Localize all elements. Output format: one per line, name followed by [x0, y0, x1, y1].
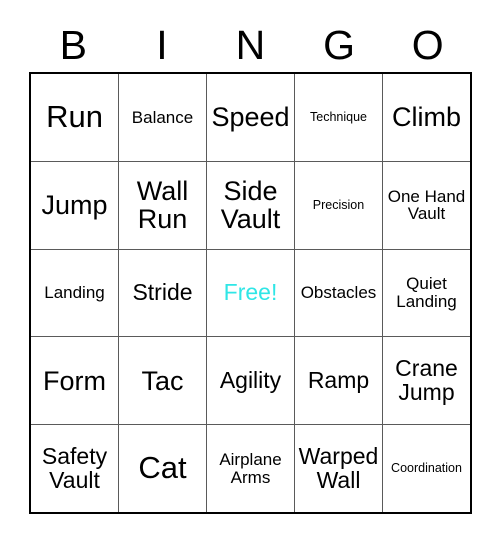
bingo-cell[interactable]: Form [31, 337, 119, 425]
bingo-header-row: B I N G O [29, 18, 472, 72]
header-letter-n: N [235, 21, 266, 68]
bingo-cell[interactable]: Stride [119, 249, 207, 337]
bingo-cell[interactable]: Side Vault [207, 161, 295, 249]
bingo-cell[interactable]: Landing [31, 249, 119, 337]
bingo-cell[interactable]: Cat [119, 425, 207, 512]
bingo-row: Safety Vault Cat Airplane Arms Warped Wa… [31, 425, 470, 512]
bingo-free-cell[interactable]: Free! [207, 249, 295, 337]
header-letter-b: B [59, 21, 87, 68]
bingo-cell[interactable]: Warped Wall [295, 425, 383, 512]
bingo-cell[interactable]: Balance [119, 74, 207, 161]
bingo-cell[interactable]: Airplane Arms [207, 425, 295, 512]
bingo-cell[interactable]: Wall Run [119, 161, 207, 249]
bingo-cell[interactable]: Climb [383, 74, 470, 161]
bingo-cell[interactable]: Safety Vault [31, 425, 119, 512]
bingo-row: Run Balance Speed Technique Climb [31, 74, 470, 162]
bingo-cell[interactable]: Precision [295, 161, 383, 249]
bingo-cell[interactable]: Jump [31, 161, 119, 249]
bingo-cell[interactable]: Technique [295, 74, 383, 161]
bingo-cell[interactable]: Crane Jump [383, 337, 470, 424]
bingo-cell[interactable]: Quiet Landing [383, 250, 470, 337]
bingo-cell[interactable]: Speed [207, 74, 295, 161]
bingo-row: Form Tac Agility Ramp Crane Jump [31, 337, 470, 426]
bingo-row: Landing Stride Free! Obstacles Quiet Lan… [31, 249, 470, 338]
header-letter-i: I [156, 21, 168, 68]
bingo-cell[interactable]: Coordination [383, 425, 470, 512]
bingo-card: B I N G O Run Balance Speed Technique Cl… [0, 0, 500, 544]
bingo-cell[interactable]: One Hand Vault [383, 162, 470, 249]
bingo-cell[interactable]: Tac [119, 337, 207, 425]
bingo-row: Jump Wall Run Side Vault Precision One H… [31, 161, 470, 250]
header-letter-g: G [323, 21, 356, 68]
bingo-cell[interactable]: Obstacles [295, 249, 383, 337]
bingo-cell[interactable]: Agility [207, 337, 295, 425]
header-letter-o: O [411, 21, 444, 68]
bingo-cell[interactable]: Run [31, 74, 119, 161]
bingo-grid: Run Balance Speed Technique Climb Jump W… [29, 72, 472, 514]
bingo-cell[interactable]: Ramp [295, 337, 383, 425]
